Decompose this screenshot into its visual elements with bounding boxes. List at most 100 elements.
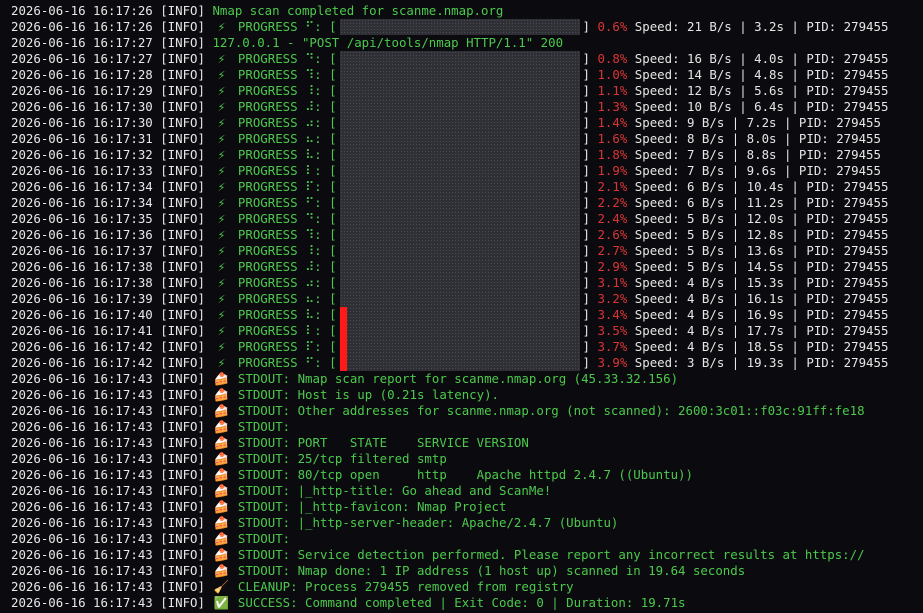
lightning-icon: ⚡ (217, 99, 226, 114)
log-line: 2026-06-16 16:17:43 [INFO] ✅ SUCCESS: Co… (11, 595, 686, 611)
progress-line: 2026-06-16 16:17:41 [INFO] ⚡ PROGRESS ⠇:… (11, 323, 889, 339)
timestamp: 2026-06-16 16:17:43 (11, 499, 153, 514)
progress-stats: Speed: 7 B/s | 9.6s | PID: 279455 (634, 163, 881, 178)
cake-icon: 🍰 (213, 387, 230, 402)
cake-icon: 🍰 (213, 371, 230, 386)
progress-bar (337, 195, 583, 211)
progress-stats: Speed: 4 B/s | 16.1s | PID: 279455 (634, 291, 889, 306)
progress-label: PROGRESS (237, 83, 298, 98)
progress-percent: 3.9% (597, 355, 628, 370)
timestamp: 2026-06-16 16:17:27 (11, 51, 153, 66)
progress-stats: Speed: 12 B/s | 5.6s | PID: 279455 (634, 83, 889, 98)
progress-line: 2026-06-16 16:17:36 [INFO] ⚡ PROGRESS ⠹:… (11, 227, 889, 243)
log-line: 2026-06-16 16:17:43 [INFO] 🍰 STDOUT: 80/… (11, 467, 693, 483)
progress-stats: Speed: 8 B/s | 8.0s | PID: 279455 (634, 131, 881, 146)
timestamp: 2026-06-16 16:17:36 (11, 227, 153, 242)
lightning-icon: ⚡ (217, 227, 226, 242)
log-level: [INFO] (160, 403, 205, 418)
log-line: 2026-06-16 16:17:43 [INFO] 🍰 STDOUT: Nma… (11, 563, 745, 579)
timestamp: 2026-06-16 16:17:43 (11, 371, 153, 386)
timestamp: 2026-06-16 16:17:34 (11, 195, 153, 210)
progress-bar (337, 211, 583, 227)
progress-stats: Speed: 10 B/s | 6.4s | PID: 279455 (634, 99, 889, 114)
log-line: 2026-06-16 16:17:43 [INFO] 🧹 CLEANUP: Pr… (11, 579, 574, 595)
progress-label: PROGRESS (237, 163, 298, 178)
log-message: 127.0.0.1 - "POST /api/tools/nmap HTTP/1… (212, 35, 564, 50)
progress-label: PROGRESS (237, 275, 298, 290)
progress-bar (337, 307, 583, 323)
progress-bar (337, 291, 583, 307)
spinner-glyph: ⠹ (305, 67, 315, 82)
progress-bar (337, 83, 583, 99)
progress-label: PROGRESS (237, 211, 298, 226)
log-line: 2026-06-16 16:17:43 [INFO] 🍰 STDOUT: POR… (11, 435, 529, 451)
progress-bar (337, 99, 583, 115)
spinner-glyph: ⠦ (305, 291, 315, 306)
progress-bar (337, 355, 583, 371)
log-level: [INFO] (160, 3, 205, 18)
lightning-icon: ⚡ (217, 67, 226, 82)
lightning-icon: ⚡ (217, 339, 226, 354)
broom-icon: 🧹 (213, 579, 230, 594)
lightning-icon: ⚡ (217, 115, 226, 130)
lightning-icon: ⚡ (217, 307, 226, 322)
timestamp: 2026-06-16 16:17:37 (11, 243, 153, 258)
timestamp: 2026-06-16 16:17:38 (11, 275, 153, 290)
progress-label: PROGRESS (237, 227, 298, 242)
spinner-glyph: ⠏ (305, 179, 315, 194)
progress-percent: 2.9% (597, 259, 628, 274)
timestamp: 2026-06-16 16:17:43 (11, 579, 153, 594)
progress-bar (337, 339, 583, 355)
timestamp: 2026-06-16 16:17:41 (11, 323, 153, 338)
progress-label: PROGRESS (237, 259, 298, 274)
timestamp: 2026-06-16 16:17:26 (11, 3, 153, 18)
progress-line: 2026-06-16 16:17:38 [INFO] ⚡ PROGRESS ⠼:… (11, 259, 889, 275)
progress-percent: 2.7% (597, 243, 628, 258)
progress-bar (337, 147, 583, 163)
spinner-glyph: ⠇ (305, 163, 315, 178)
spinner-glyph: ⠧ (305, 147, 315, 162)
log-level: [INFO] (160, 451, 205, 466)
log-level: [INFO] (160, 163, 205, 178)
progress-stats: Speed: 9 B/s | 7.2s | PID: 279455 (634, 115, 881, 130)
progress-percent: 2.1% (597, 179, 628, 194)
spinner-glyph: ⠙ (305, 211, 315, 226)
spinner-glyph: ⠼ (305, 99, 315, 114)
terminal-output[interactable]: 2026-06-16 16:17:26 [INFO] Nmap scan com… (0, 0, 923, 613)
timestamp: 2026-06-16 16:17:28 (11, 67, 153, 82)
log-level: [INFO] (160, 355, 205, 370)
lightning-icon: ⚡ (217, 195, 226, 210)
cake-icon: 🍰 (213, 515, 230, 530)
progress-stats: Speed: 5 B/s | 14.5s | PID: 279455 (634, 259, 889, 274)
progress-stats: Speed: 7 B/s | 8.8s | PID: 279455 (634, 147, 881, 162)
log-level: [INFO] (160, 115, 205, 130)
progress-line: 2026-06-16 16:17:42 [INFO] ⚡ PROGRESS ⠋:… (11, 355, 889, 371)
log-line: 2026-06-16 16:17:26 [INFO] Nmap scan com… (11, 3, 503, 19)
log-level: [INFO] (160, 563, 205, 578)
progress-fill (339, 323, 347, 339)
progress-label: PROGRESS (237, 243, 298, 258)
cake-icon: 🍰 (213, 419, 230, 434)
timestamp: 2026-06-16 16:17:30 (11, 115, 153, 130)
log-level: [INFO] (160, 19, 205, 34)
log-level: [INFO] (160, 483, 205, 498)
progress-label: PROGRESS (237, 195, 298, 210)
timestamp: 2026-06-16 16:17:43 (11, 435, 153, 450)
progress-line: 2026-06-16 16:17:34 [INFO] ⚡ PROGRESS ⠋:… (11, 195, 889, 211)
timestamp: 2026-06-16 16:17:34 (11, 179, 153, 194)
progress-line: 2026-06-16 16:17:42 [INFO] ⚡ PROGRESS ⠏:… (11, 339, 889, 355)
progress-percent: 1.9% (597, 163, 628, 178)
cake-icon: 🍰 (213, 531, 230, 546)
progress-label: PROGRESS (237, 51, 298, 66)
log-level: [INFO] (160, 131, 205, 146)
spinner-glyph: ⠇ (305, 323, 315, 338)
log-level: [INFO] (160, 499, 205, 514)
lightning-icon: ⚡ (217, 179, 226, 194)
timestamp: 2026-06-16 16:17:38 (11, 259, 153, 274)
progress-percent: 1.1% (597, 83, 628, 98)
log-level: [INFO] (160, 211, 205, 226)
log-level: [INFO] (160, 243, 205, 258)
progress-stats: Speed: 5 B/s | 12.0s | PID: 279455 (634, 211, 889, 226)
progress-percent: 2.2% (597, 195, 628, 210)
progress-stats: Speed: 5 B/s | 12.8s | PID: 279455 (634, 227, 889, 242)
